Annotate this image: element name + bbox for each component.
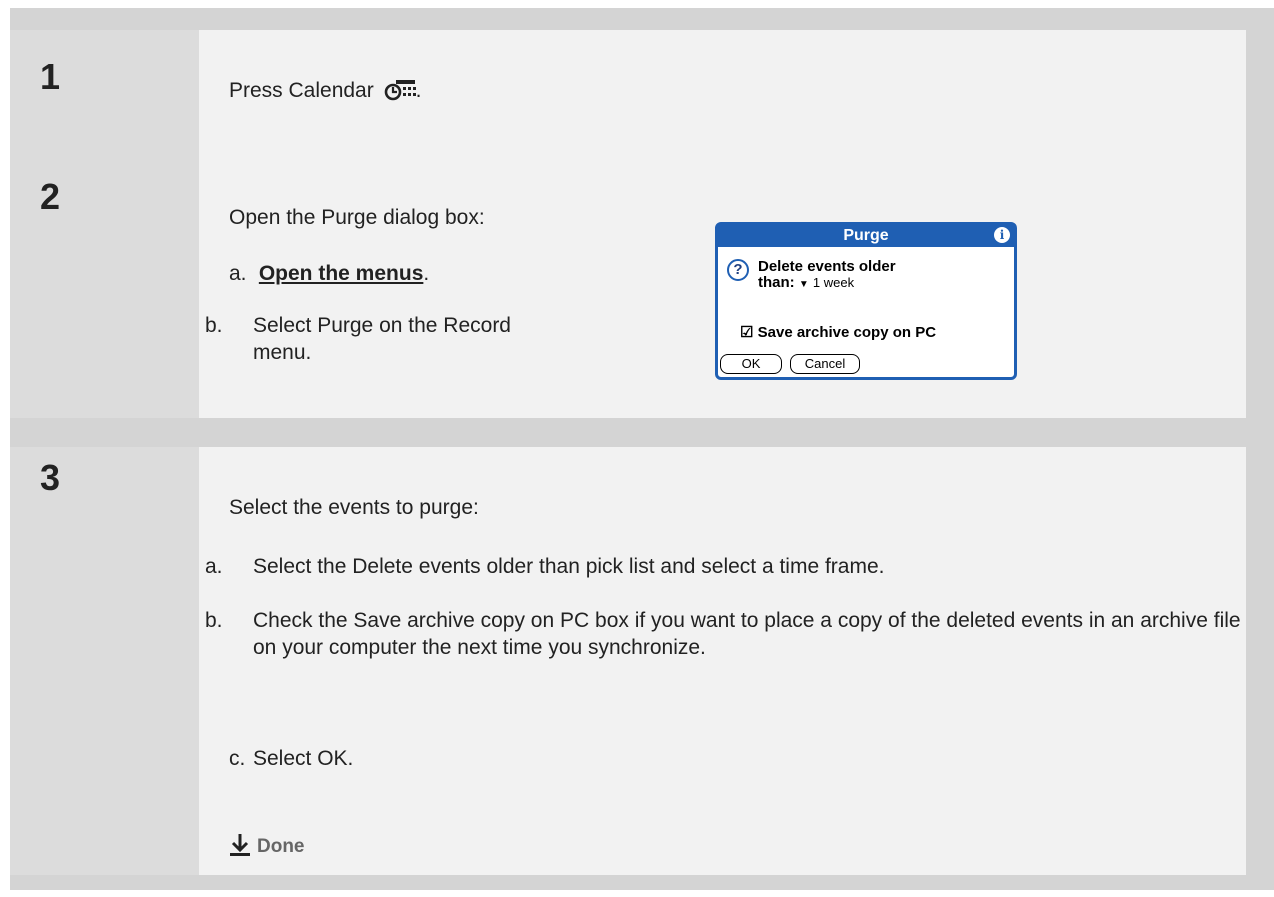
done-label: Done	[257, 836, 305, 857]
step-1: 1 Press Calendar .	[10, 30, 1274, 158]
step-3-intro: Select the events to purge:	[229, 496, 479, 519]
purge-dialog: Purge i ? Delete events older than: ▼ 1 …	[715, 222, 1017, 380]
step-2: 2 Open the Purge dialog box: a. Open the…	[10, 154, 1274, 418]
question-label: than:	[758, 274, 795, 291]
item-label: a.	[229, 262, 247, 285]
open-menus-link[interactable]: Open the menus	[259, 262, 424, 285]
item-text: Select Purge on the Record menu.	[253, 314, 511, 364]
item-suffix: .	[423, 262, 430, 285]
step-number-cell: 2	[10, 154, 199, 418]
question-icon: ?	[727, 259, 749, 281]
step-number: 3	[40, 457, 61, 498]
time-frame-picklist[interactable]: ▼ 1 week	[799, 274, 854, 291]
picklist-value: 1 week	[812, 275, 855, 290]
checkbox-label: Save archive copy on PC	[757, 324, 937, 341]
dialog-title-bar: Purge i	[718, 225, 1014, 247]
calendar-icon	[384, 79, 416, 108]
step-body: Select the events to purge: a. Select the…	[199, 447, 1246, 875]
chevron-down-icon: ▼	[798, 279, 809, 290]
item-text: Select OK.	[253, 747, 354, 770]
list-item: c. Select OK.	[229, 745, 353, 772]
item-label: a.	[205, 555, 223, 578]
step-3: 3 Select the events to purge: a. Select t…	[10, 447, 1274, 875]
dialog-title: Purge	[843, 227, 889, 244]
step-1-instruction: Press Calendar .	[229, 77, 421, 108]
instruction-text: Press Calendar	[229, 79, 374, 102]
list-item: b. Check the Save archive copy on PC box …	[205, 607, 1243, 661]
step-number: 1	[40, 56, 61, 97]
procedure-page: 1 Press Calendar . 2 Open the Purge dial…	[10, 8, 1274, 890]
save-archive-checkbox[interactable]: ☑ Save archive copy on PC	[740, 323, 936, 341]
item-text: Check the Save archive copy on PC box if…	[253, 609, 1241, 659]
instruction-period: .	[415, 79, 422, 102]
step-body: Open the Purge dialog box: a. Open the m…	[199, 154, 1246, 418]
list-item: a. Select the Delete events older than pi…	[205, 553, 1213, 580]
cancel-button[interactable]: Cancel	[790, 354, 860, 374]
info-icon[interactable]: i	[994, 227, 1010, 243]
step-number-cell: 3	[10, 447, 199, 875]
done-marker: Done	[229, 833, 305, 858]
step-2-intro: Open the Purge dialog box:	[229, 206, 485, 229]
step-body: Press Calendar .	[199, 30, 1246, 158]
item-label: b.	[205, 609, 223, 632]
purge-question: Delete events older than: ▼ 1 week	[758, 259, 896, 293]
item-text: Select the Delete events older than pick…	[253, 555, 885, 578]
item-label: c.	[229, 747, 246, 770]
list-item: a. Open the menus.	[229, 260, 429, 287]
ok-button[interactable]: OK	[720, 354, 782, 374]
list-item: b. Select Purge on the Record menu.	[205, 312, 533, 366]
down-arrow-icon	[230, 834, 250, 856]
item-label: b.	[205, 314, 223, 337]
step-number: 2	[40, 176, 61, 217]
checkbox-checked-icon: ☑	[740, 324, 754, 341]
question-line: Delete events older	[758, 258, 896, 275]
step-number-cell: 1	[10, 30, 199, 158]
